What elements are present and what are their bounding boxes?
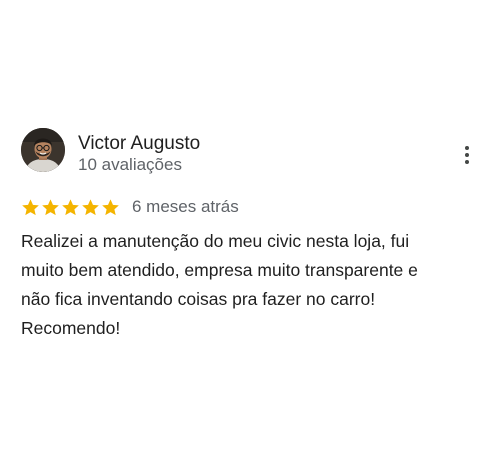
more-vert-icon-dot (465, 153, 469, 157)
star-icon (22, 198, 39, 215)
review-text: Realizei a manutenção do meu civic nesta… (21, 231, 418, 338)
star-icon (62, 198, 79, 215)
more-vert-icon (465, 146, 469, 150)
star-icon (82, 198, 99, 215)
review-date: 6 meses atrás (132, 197, 239, 216)
reviewer-avatar[interactable] (21, 128, 65, 172)
reviewer-review-count: 10 avaliações (78, 155, 182, 174)
reviewer-name[interactable]: Victor Augusto (78, 133, 200, 155)
star-icon (102, 198, 119, 215)
more-options-button[interactable] (456, 142, 478, 168)
star-rating (21, 198, 120, 217)
more-vert-icon-dot (465, 160, 469, 164)
rating-row: 6 meses atrás (21, 196, 239, 218)
star-icon (42, 198, 59, 215)
avatar-photo-icon (21, 128, 65, 172)
review-card: Victor Augusto 10 avaliações 6 meses atr… (0, 0, 500, 466)
